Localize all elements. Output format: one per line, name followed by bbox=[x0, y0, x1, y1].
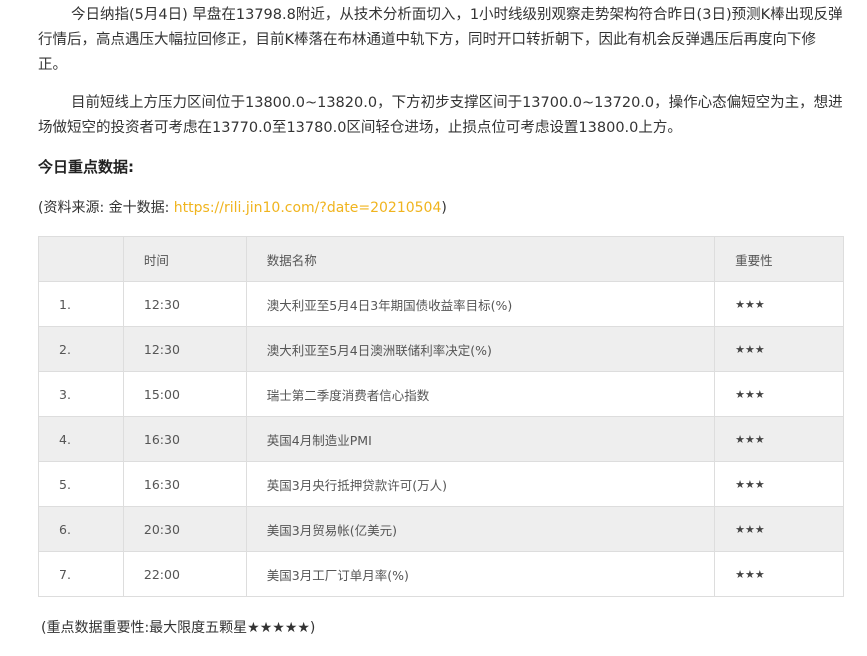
row-importance: ★★★ bbox=[714, 326, 844, 372]
table-row: 1. 12:30 澳大利亚至5月4日3年期国债收益率目标(%) ★★★ bbox=[38, 281, 844, 327]
row-importance: ★★★ bbox=[714, 551, 844, 597]
row-data-name: 英国4月制造业PMI bbox=[245, 416, 716, 462]
row-index: 1. bbox=[38, 281, 124, 327]
row-index: 2. bbox=[38, 326, 124, 372]
row-importance: ★★★ bbox=[714, 506, 844, 552]
row-index: 7. bbox=[38, 551, 124, 597]
row-data-name: 瑞士第二季度消费者信心指数 bbox=[245, 371, 716, 417]
row-importance: ★★★ bbox=[714, 416, 844, 462]
row-data-name: 美国3月贸易帐(亿美元) bbox=[245, 506, 716, 552]
header-data-name: 数据名称 bbox=[245, 236, 716, 282]
row-importance: ★★★ bbox=[714, 461, 844, 507]
row-time: 20:30 bbox=[122, 506, 247, 552]
row-time: 16:30 bbox=[122, 461, 247, 507]
row-importance: ★★★ bbox=[714, 371, 844, 417]
analysis-paragraph-2: 目前短线上方压力区间位于13800.0~13820.0，下方初步支撑区间于137… bbox=[38, 95, 843, 136]
header-index bbox=[38, 236, 124, 282]
row-data-name: 英国3月央行抵押贷款许可(万人) bbox=[245, 461, 716, 507]
row-importance: ★★★ bbox=[714, 281, 844, 327]
source-suffix: ) bbox=[441, 200, 447, 216]
analysis-paragraph-1: 今日纳指(5月4日) 早盘在13798.8附近，从技术分析面切入，1小时线级别观… bbox=[38, 7, 843, 73]
row-time: 15:00 bbox=[122, 371, 247, 417]
row-time: 12:30 bbox=[122, 326, 247, 372]
section-heading: 今日重点数据: bbox=[38, 158, 134, 176]
row-index: 6. bbox=[38, 506, 124, 552]
row-data-name: 美国3月工厂订单月率(%) bbox=[245, 551, 716, 597]
row-time: 12:30 bbox=[122, 281, 247, 327]
table-row: 7. 22:00 美国3月工厂订单月率(%) ★★★ bbox=[38, 551, 844, 597]
economic-calendar-table: 时间 数据名称 重要性 1. 12:30 澳大利亚至5月4日3年期国债收益率目标… bbox=[38, 236, 844, 597]
table-row: 4. 16:30 英国4月制造业PMI ★★★ bbox=[38, 416, 844, 462]
row-index: 5. bbox=[38, 461, 124, 507]
row-time: 22:00 bbox=[122, 551, 247, 597]
table-row: 3. 15:00 瑞士第二季度消费者信心指数 ★★★ bbox=[38, 371, 844, 417]
importance-footnote: (重点数据重要性:最大限度五颗星★★★★★) bbox=[41, 620, 316, 636]
row-data-name: 澳大利亚至5月4日澳洲联储利率决定(%) bbox=[245, 326, 716, 372]
data-source-line: (资料来源: 金十数据: https://rili.jin10.com/?dat… bbox=[38, 197, 447, 219]
source-link[interactable]: https://rili.jin10.com/?date=20210504 bbox=[174, 200, 442, 216]
header-importance: 重要性 bbox=[714, 236, 844, 282]
table-header-row: 时间 数据名称 重要性 bbox=[38, 236, 844, 282]
table-row: 6. 20:30 美国3月贸易帐(亿美元) ★★★ bbox=[38, 506, 844, 552]
source-prefix: (资料来源: 金十数据: bbox=[38, 200, 174, 216]
table-row: 5. 16:30 英国3月央行抵押贷款许可(万人) ★★★ bbox=[38, 461, 844, 507]
table-row: 2. 12:30 澳大利亚至5月4日澳洲联储利率决定(%) ★★★ bbox=[38, 326, 844, 372]
row-time: 16:30 bbox=[122, 416, 247, 462]
header-time: 时间 bbox=[122, 236, 247, 282]
row-index: 3. bbox=[38, 371, 124, 417]
row-data-name: 澳大利亚至5月4日3年期国债收益率目标(%) bbox=[245, 281, 716, 327]
row-index: 4. bbox=[38, 416, 124, 462]
